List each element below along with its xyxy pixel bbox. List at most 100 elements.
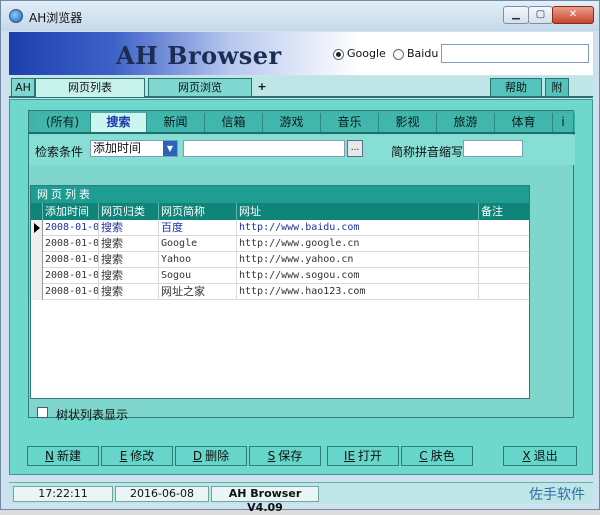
category-tab-all[interactable]: (所有) (35, 113, 91, 132)
app-window: AH浏览器 ▁ ▢ ✕ AH Browser Google Baidu AH 网… (0, 0, 600, 514)
new-button[interactable]: N 新建 (27, 446, 99, 466)
row-indicator (31, 220, 43, 236)
category-tab-news[interactable]: 新闻 (147, 113, 205, 132)
column-header-url[interactable]: 网址 (237, 203, 479, 220)
cell-type: 搜索 (99, 220, 159, 236)
tree-view-label[interactable]: 树状列表显示 (56, 406, 128, 423)
cell-url: http://www.hao123.com (237, 284, 479, 300)
close-button[interactable]: ✕ (552, 6, 594, 24)
cell-type: 搜索 (99, 268, 159, 284)
cell-url: http://www.google.cn (237, 236, 479, 252)
category-tab-more[interactable]: i (553, 113, 574, 132)
maximize-button[interactable]: ▢ (528, 6, 553, 24)
header-banner: AH Browser Google Baidu (9, 32, 593, 75)
cell-type: 搜索 (99, 284, 159, 300)
table-row[interactable]: 2008-01-0 搜索 Google http://www.google.cn (31, 236, 529, 252)
filter-browse-button[interactable]: ... (347, 140, 363, 157)
cell-note (479, 252, 529, 268)
grid-header-row: 添加时间 网页归类 网页简称 网址 备注 (31, 203, 529, 220)
save-button[interactable]: S 保存 (249, 446, 321, 466)
table-row[interactable]: 2008-01-0 搜索 Yahoo http://www.yahoo.cn (31, 252, 529, 268)
delete-button[interactable]: D 删除 (175, 446, 247, 466)
category-tab-sports[interactable]: 体育 (495, 113, 553, 132)
exit-button[interactable]: X 退出 (503, 446, 577, 466)
cell-time: 2008-01-0 (43, 268, 99, 284)
open-button[interactable]: IE 打开 (327, 446, 399, 466)
search-input[interactable] (441, 44, 589, 63)
column-header-name[interactable]: 网页简称 (159, 203, 237, 220)
tree-view-checkbox[interactable] (37, 407, 48, 418)
status-bar: 17:22:11 2016-06-08 AH Browser V4.09 佐手软… (9, 482, 593, 514)
filter-row: 检索条件 添加时间 ▼ ... 简称拼音缩写 (29, 135, 575, 165)
category-tabs: (所有) 搜索 新闻 信箱 游戏 音乐 影视 旅游 体育 i (29, 111, 575, 134)
column-header-time[interactable]: 添加时间 (43, 203, 99, 220)
cell-note (479, 284, 529, 300)
cell-note (479, 236, 529, 252)
google-radio[interactable] (333, 49, 344, 60)
cell-name: 网址之家 (159, 284, 237, 300)
status-version: AH Browser V4.09 (211, 486, 319, 514)
column-header-type[interactable]: 网页归类 (99, 203, 159, 220)
status-brand: 佐手软件 (529, 487, 585, 503)
row-indicator (31, 236, 43, 252)
row-indicator (31, 268, 43, 284)
row-indicator (31, 284, 43, 300)
add-tab-button[interactable]: + (255, 78, 269, 97)
cell-time: 2008-01-0 (43, 236, 99, 252)
cell-time: 2008-01-0 (43, 284, 99, 300)
cell-name: Sogou (159, 268, 237, 284)
cell-type: 搜索 (99, 236, 159, 252)
pinyin-label: 简称拼音缩写 (391, 145, 464, 159)
cell-name: 百度 (159, 220, 237, 236)
header-indicator (31, 203, 43, 220)
filter-condition-select[interactable]: 添加时间 ▼ (90, 140, 178, 157)
cell-name: Google (159, 236, 237, 252)
category-tab-mail[interactable]: 信箱 (205, 113, 263, 132)
row-indicator (31, 252, 43, 268)
skin-color-button[interactable]: C 肤色 (401, 446, 473, 466)
main-tab-bar: AH 网页列表 网页浏览 + 帮助 附 (9, 76, 593, 98)
category-tab-music[interactable]: 音乐 (321, 113, 379, 132)
baidu-radio[interactable] (393, 49, 404, 60)
grid-caption: 网页列表 (31, 186, 529, 203)
cell-time: 2008-01-0 (43, 252, 99, 268)
title-bar[interactable]: AH浏览器 ▁ ▢ ✕ (1, 1, 599, 31)
category-tab-games[interactable]: 游戏 (263, 113, 321, 132)
edit-button[interactable]: E 修改 (101, 446, 173, 466)
tab-page-browse[interactable]: 网页浏览 (148, 78, 252, 97)
column-header-note[interactable]: 备注 (479, 203, 529, 220)
baidu-radio-label[interactable]: Baidu (407, 47, 438, 60)
help-button[interactable]: 帮助 (490, 78, 542, 97)
category-tab-search[interactable]: 搜索 (91, 113, 147, 132)
cell-time: 2008-01-0 (43, 220, 99, 236)
filter-condition-value: 添加时间 (93, 141, 142, 155)
table-row[interactable]: 2008-01-0 搜索 百度 http://www.baidu.com (31, 220, 529, 236)
cell-note (479, 220, 529, 236)
web-page-grid[interactable]: 网页列表 添加时间 网页归类 网页简称 网址 备注 2008-01-0 搜索 百… (30, 185, 530, 399)
filter-condition-label: 检索条件 (35, 145, 84, 159)
filter-value-input[interactable] (183, 140, 345, 157)
cell-url: http://www.sogou.com (237, 268, 479, 284)
table-row[interactable]: 2008-01-0 搜索 网址之家 http://www.hao123.com (31, 284, 529, 300)
attach-button[interactable]: 附 (545, 78, 569, 97)
tab-ah[interactable]: AH (11, 78, 35, 97)
window-title: AH浏览器 (29, 11, 83, 25)
list-frame: (所有) 搜索 新闻 信箱 游戏 音乐 影视 旅游 体育 i 检索条件 添加时间… (28, 110, 575, 418)
table-row[interactable]: 2008-01-0 搜索 Sogou http://www.sogou.com (31, 268, 529, 284)
status-time: 17:22:11 (13, 486, 113, 502)
cell-url: http://www.baidu.com (237, 220, 479, 236)
pinyin-input[interactable] (463, 140, 523, 157)
minimize-button[interactable]: ▁ (503, 6, 529, 24)
chevron-down-icon[interactable]: ▼ (163, 141, 177, 156)
status-date: 2016-06-08 (115, 486, 209, 502)
category-tab-travel[interactable]: 旅游 (437, 113, 495, 132)
cell-type: 搜索 (99, 252, 159, 268)
cell-note (479, 268, 529, 284)
cell-name: Yahoo (159, 252, 237, 268)
brand-title: AH Browser (116, 41, 282, 70)
google-radio-label[interactable]: Google (347, 47, 386, 60)
app-icon (9, 9, 23, 23)
cell-url: http://www.yahoo.cn (237, 252, 479, 268)
tab-page-list[interactable]: 网页列表 (35, 78, 145, 97)
category-tab-video[interactable]: 影视 (379, 113, 437, 132)
